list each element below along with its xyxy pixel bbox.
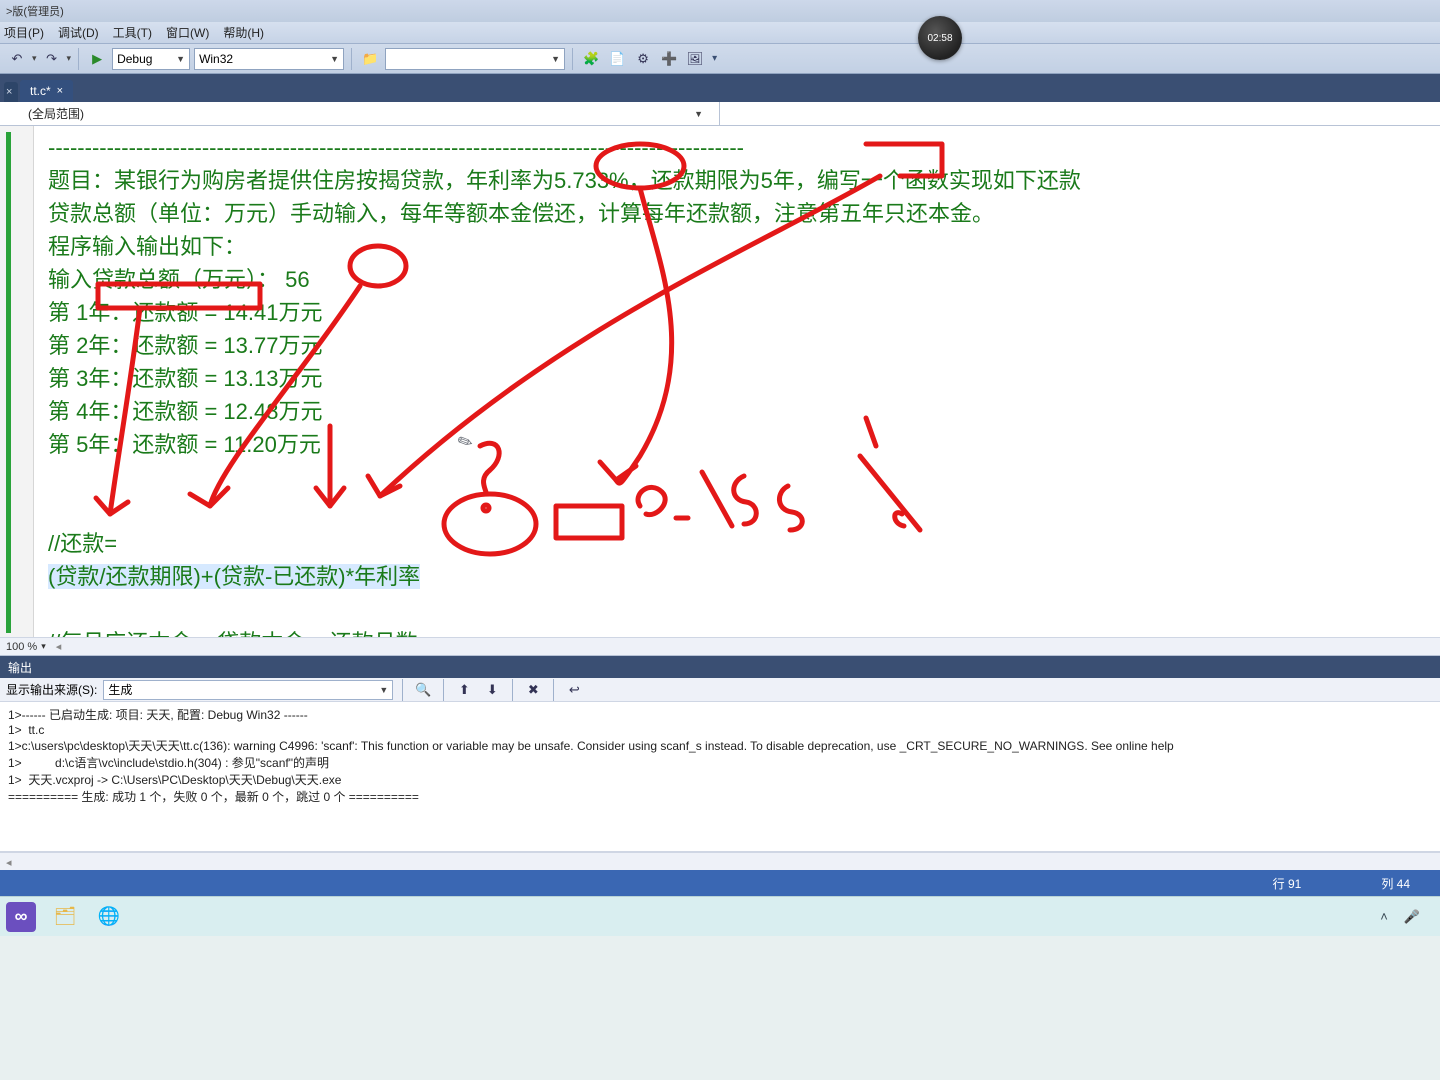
os-taskbar: ∞ 🗂 🌐 ˄ 🎤 bbox=[0, 896, 1440, 936]
undo-button[interactable]: ↶ bbox=[6, 48, 28, 70]
zoom-level[interactable]: 100 % bbox=[6, 641, 37, 653]
toolbox-btn-3[interactable]: ⚙ bbox=[632, 48, 654, 70]
output-scrollbar[interactable]: ◂ bbox=[0, 852, 1440, 870]
page-icon: 📄 bbox=[609, 51, 625, 67]
doc-tab-pinned[interactable]: × bbox=[4, 82, 18, 102]
taskbar-app-vs[interactable]: ∞ bbox=[6, 902, 36, 932]
image-icon: 🖼 bbox=[687, 51, 704, 67]
plus-icon: ➕ bbox=[661, 51, 677, 67]
undo-icon: ↶ bbox=[12, 51, 23, 67]
search-combo[interactable]: ▼ bbox=[385, 48, 565, 70]
editor-gutter bbox=[0, 126, 34, 637]
folder-icon: 📁 bbox=[362, 51, 378, 67]
output-title: 输出 bbox=[8, 659, 32, 676]
taskbar-app-explorer[interactable]: 🗂 bbox=[50, 902, 80, 932]
output-clear-button[interactable]: ✖ bbox=[522, 679, 544, 701]
window-title-bar: >版(管理员) bbox=[0, 0, 1440, 22]
window-title: >版(管理员) bbox=[6, 3, 64, 19]
scope-value: (全局范围) bbox=[28, 105, 84, 122]
menu-window[interactable]: 窗口(W) bbox=[166, 24, 209, 41]
open-folder-button[interactable]: 📁 bbox=[359, 48, 381, 70]
output-text[interactable]: 1>------ 已启动生成: 项目: 天天, 配置: Debug Win32 … bbox=[0, 702, 1440, 852]
status-line: 行 91 bbox=[1273, 875, 1302, 892]
platform-combo[interactable]: Win32▼ bbox=[194, 48, 344, 70]
close-icon[interactable]: × bbox=[6, 86, 12, 98]
output-next-button[interactable]: ⬇ bbox=[481, 679, 503, 701]
output-source-value: 生成 bbox=[108, 681, 132, 698]
output-wrap-button[interactable]: ↩ bbox=[563, 679, 585, 701]
toolbox-btn-5[interactable]: 🖼 bbox=[684, 48, 706, 70]
status-col: 列 44 bbox=[1381, 875, 1410, 892]
output-source-combo[interactable]: 生成 ▼ bbox=[103, 680, 393, 700]
config-combo[interactable]: Debug▼ bbox=[112, 48, 190, 70]
find-icon: 🔍 bbox=[415, 682, 431, 698]
output-prev-button[interactable]: ⬆ bbox=[453, 679, 475, 701]
recording-timer-badge: 02:58 bbox=[918, 16, 962, 60]
tray-overflow-icon[interactable]: ˄ bbox=[1380, 909, 1388, 924]
doc-tab-active[interactable]: tt.c* × bbox=[20, 80, 73, 102]
config-value: Debug bbox=[117, 52, 152, 66]
output-toolbar: 显示输出来源(S): 生成 ▼ 🔍 ⬆ ⬇ ✖ ↩ bbox=[0, 678, 1440, 702]
menu-help[interactable]: 帮助(H) bbox=[223, 24, 264, 41]
output-from-label: 显示输出来源(S): bbox=[6, 681, 97, 698]
status-bar: 行 91 列 44 bbox=[0, 870, 1440, 896]
taskbar-app-edge[interactable]: 🌐 bbox=[94, 902, 124, 932]
output-panel-header[interactable]: 输出 bbox=[0, 656, 1440, 678]
menu-project[interactable]: 项目(P) bbox=[4, 24, 44, 41]
main-toolbar: ↶ ▾ ↷ ▾ ▶ Debug▼ Win32▼ 📁 ▼ 🧩 📄 ⚙ ➕ 🖼 ▾ bbox=[0, 44, 1440, 74]
output-find-button[interactable]: 🔍 bbox=[412, 679, 434, 701]
toolbox-btn-1[interactable]: 🧩 bbox=[580, 48, 602, 70]
play-icon: ▶ bbox=[92, 51, 102, 67]
document-tab-strip: × tt.c* × bbox=[0, 74, 1440, 102]
menu-debug[interactable]: 调试(D) bbox=[58, 24, 99, 41]
toolbox-btn-2[interactable]: 📄 bbox=[606, 48, 628, 70]
puzzle-icon: 🧩 bbox=[583, 51, 599, 67]
code-editor[interactable]: ----------------------------------------… bbox=[0, 126, 1440, 656]
editor-footer: 100 % ▾ ◂ bbox=[0, 637, 1440, 655]
redo-icon: ↷ bbox=[46, 51, 57, 67]
menu-bar: 项目(P) 调试(D) 工具(T) 窗口(W) 帮助(H) bbox=[0, 22, 1440, 44]
scope-bar: (全局范围) ▼ bbox=[0, 102, 1440, 126]
menu-tools[interactable]: 工具(T) bbox=[113, 24, 152, 41]
gear-icon: ⚙ bbox=[637, 51, 649, 67]
close-icon[interactable]: × bbox=[57, 85, 63, 97]
scope-combo[interactable]: (全局范围) ▼ bbox=[0, 102, 720, 125]
system-tray: ˄ 🎤 bbox=[1380, 909, 1434, 925]
redo-button[interactable]: ↷ bbox=[41, 48, 63, 70]
doc-tab-label: tt.c* bbox=[30, 84, 51, 98]
start-debug-button[interactable]: ▶ bbox=[86, 48, 108, 70]
platform-value: Win32 bbox=[199, 52, 233, 66]
toolbox-btn-4[interactable]: ➕ bbox=[658, 48, 680, 70]
tray-mic-icon[interactable]: 🎤 bbox=[1404, 909, 1420, 925]
code-content: ----------------------------------------… bbox=[48, 132, 1424, 637]
